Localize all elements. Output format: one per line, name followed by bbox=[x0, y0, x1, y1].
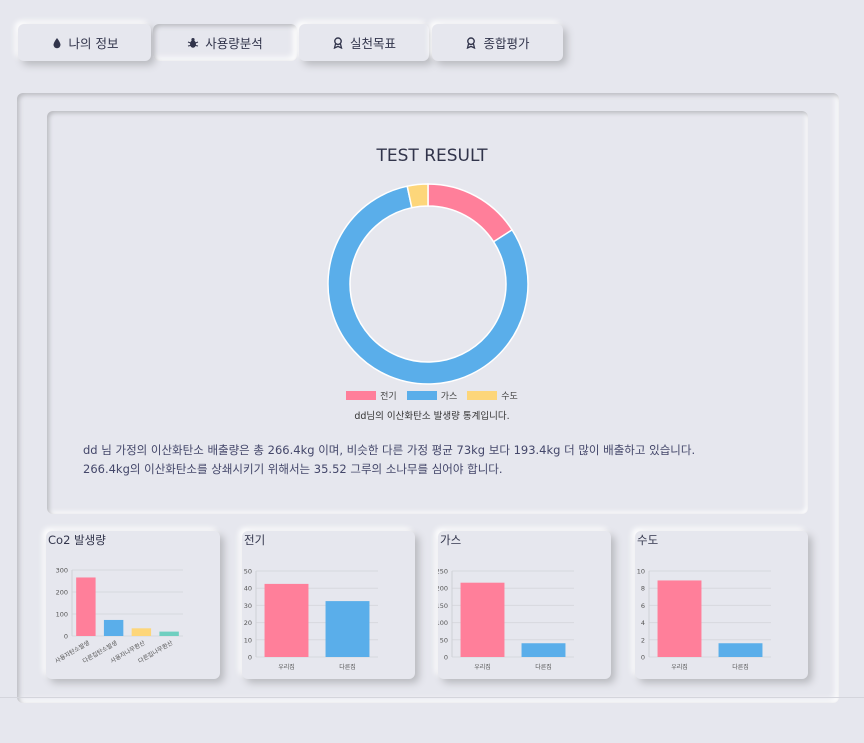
bar-0[interactable] bbox=[657, 580, 702, 657]
electric-bar-chart: 0 10 20 30 40 50 우리집 다른집 bbox=[244, 568, 378, 671]
legend-item-water[interactable]: 수도 bbox=[467, 389, 518, 402]
co2-donut-chart bbox=[327, 183, 529, 385]
tab-my-info[interactable]: 나의 정보 bbox=[18, 24, 151, 61]
y-tick-label: 200 bbox=[438, 585, 448, 593]
y-tick-label: 10 bbox=[244, 636, 252, 644]
description-line: dd 님 가정의 이산화탄소 배출량은 총 266.4kg 이며, 비슷한 다른… bbox=[83, 443, 696, 457]
gas-card: 가스 050100150200250우리집다른집 bbox=[438, 531, 611, 679]
y-tick-label: 0 bbox=[444, 654, 448, 662]
award-icon bbox=[333, 36, 343, 49]
y-tick-label: 50 bbox=[244, 568, 252, 576]
bar-0[interactable] bbox=[264, 583, 309, 657]
y-tick-label: 30 bbox=[244, 602, 252, 610]
tab-label: 사용량분석 bbox=[205, 36, 263, 51]
y-tick-label: 100 bbox=[56, 611, 68, 619]
result-title: TEST RESULT bbox=[376, 146, 488, 166]
water-bar-chart: 0 2 4 6 8 10 우리집 다른집 bbox=[637, 568, 771, 671]
x-tick-label: 우리집 bbox=[278, 663, 295, 671]
bar-1[interactable] bbox=[718, 643, 763, 657]
result-description: dd 님 가정의 이산화탄소 배출량은 총 266.4kg 이며, 비슷한 다른… bbox=[83, 441, 695, 479]
y-tick-label: 2 bbox=[641, 636, 645, 644]
y-tick-label: 6 bbox=[641, 602, 645, 610]
co2-emission-card: Co2 발생량 0 100 200 300 사용자탄소발생 다른집탄소발생 사용자나무환산 다… bbox=[46, 531, 220, 679]
x-tick-label: 다른집 bbox=[535, 663, 552, 671]
y-tick-label: 8 bbox=[641, 585, 645, 593]
legend-item-electric[interactable]: 전기 bbox=[346, 389, 397, 402]
y-tick-label: 0 bbox=[641, 654, 645, 662]
legend-swatch bbox=[406, 391, 437, 400]
bar-0[interactable] bbox=[460, 582, 505, 657]
divider bbox=[0, 697, 864, 698]
co2-bar-chart: 0100200300사용자탄소발생다른집탄소발생사용자나무환산다른집나무환산 bbox=[53, 567, 183, 665]
legend-swatch bbox=[346, 391, 377, 400]
bar-1[interactable] bbox=[325, 601, 370, 657]
x-tick-label: 우리집 bbox=[474, 663, 491, 671]
y-tick-label: 150 bbox=[438, 602, 448, 610]
tab-label: 종합평가 bbox=[483, 36, 530, 51]
bar-1[interactable] bbox=[521, 643, 566, 657]
y-tick-label: 50 bbox=[440, 636, 448, 644]
x-tick-label: 우리집 bbox=[671, 663, 688, 671]
y-tick-label: 40 bbox=[244, 585, 252, 593]
y-tick-label: 10 bbox=[637, 568, 645, 576]
award-icon bbox=[467, 36, 476, 49]
y-tick-label: 200 bbox=[56, 589, 68, 597]
y-tick-label: 300 bbox=[56, 567, 68, 575]
legend-swatch bbox=[467, 391, 498, 400]
legend-label: 수도 bbox=[501, 392, 518, 402]
y-tick-label: 0 bbox=[64, 633, 68, 641]
tab-practice-goal[interactable]: 실천목표 bbox=[299, 24, 429, 61]
y-tick-label: 4 bbox=[641, 619, 645, 627]
donut-slice-0[interactable] bbox=[427, 183, 514, 243]
bar-0[interactable] bbox=[76, 577, 96, 636]
electric-card: 전기 0 10 20 30 40 50 우리집 다른집 bbox=[242, 531, 415, 679]
gas-bar-chart: 0 50 100 150 200 250 우리집 다른집 bbox=[438, 568, 574, 671]
tab-label: 실천목표 bbox=[349, 36, 396, 51]
tab-usage-analysis[interactable]: 사용량분석 bbox=[153, 24, 297, 61]
description-line: 266.4kg의 이산화탄소를 상쇄시키기 위해서는 35.52 그루의 소나무… bbox=[83, 462, 503, 476]
y-tick-label: 100 bbox=[438, 619, 448, 627]
legend-label: 가스 bbox=[440, 392, 458, 402]
bug-icon bbox=[188, 37, 199, 48]
legend-item-gas[interactable]: 가스 bbox=[406, 389, 458, 402]
y-tick-label: 20 bbox=[244, 619, 252, 627]
droplet-icon bbox=[53, 37, 60, 48]
bar-2[interactable] bbox=[131, 628, 152, 636]
bar-1[interactable] bbox=[103, 619, 124, 636]
legend-label: 전기 bbox=[380, 392, 397, 402]
tab-overall-evaluation[interactable]: 종합평가 bbox=[432, 24, 563, 61]
donut-legend: 전기 가스 수도 bbox=[0, 389, 864, 402]
y-tick-label: 250 bbox=[438, 568, 448, 576]
chart-caption: dd님의 이산화탄소 발생량 통계입니다. bbox=[354, 411, 510, 422]
bar-3[interactable] bbox=[159, 631, 179, 636]
donut-slice-2[interactable] bbox=[406, 183, 429, 209]
water-card: 수도 0 2 4 6 8 10 우리집 다른집 bbox=[635, 531, 808, 679]
tab-label: 나의 정보 bbox=[68, 36, 119, 51]
x-tick-label: 다른집 bbox=[339, 663, 356, 671]
x-tick-label: 다른집 bbox=[732, 663, 749, 671]
y-tick-label: 0 bbox=[248, 654, 252, 662]
